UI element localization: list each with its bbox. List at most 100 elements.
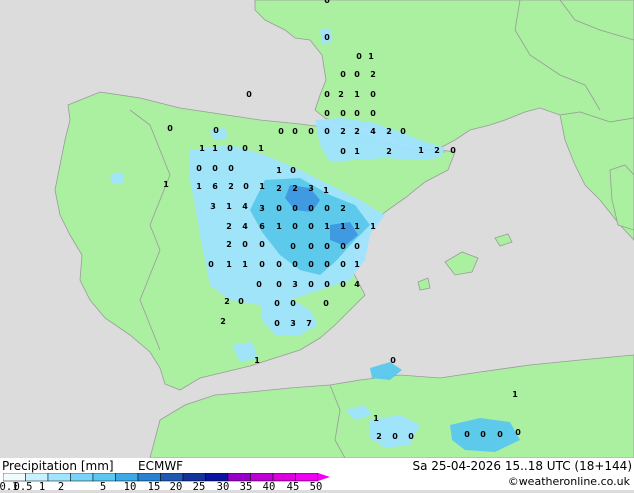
precip-value: 0	[324, 260, 330, 269]
precip-value: 1	[354, 90, 360, 99]
precip-value: 0	[227, 144, 233, 153]
legend-arrow	[318, 473, 330, 481]
precip-value: 0	[196, 164, 202, 173]
precip-value: 0	[243, 182, 249, 191]
precip-value: 0	[308, 280, 314, 289]
legend-swatch	[137, 473, 161, 482]
precip-value: 1	[242, 260, 248, 269]
precip-value: 1	[418, 146, 424, 155]
precip-value: 2	[224, 297, 230, 306]
precip-value: 2	[226, 240, 232, 249]
precip-value: 1	[373, 414, 379, 423]
precip-value: 1	[354, 147, 360, 156]
legend-swatch	[92, 473, 116, 482]
precip-value: 2	[434, 146, 440, 155]
precip-value: 0	[308, 242, 314, 251]
precip-value: 0	[324, 280, 330, 289]
precip-value: 0	[259, 260, 265, 269]
legend-tick-label: 40	[262, 481, 276, 493]
precip-value: 1	[276, 222, 282, 231]
precip-value: 1	[226, 202, 232, 211]
precip-value: 0	[292, 260, 298, 269]
precip-value: 0	[370, 109, 376, 118]
precip-value: 0	[276, 280, 282, 289]
precip-value: 0	[408, 432, 414, 441]
precip-value: 0	[274, 299, 280, 308]
precip-value: 1	[323, 186, 329, 195]
precip-value: 2	[376, 432, 382, 441]
legend-tick-label: 45	[286, 481, 300, 493]
legend-swatch	[160, 473, 184, 482]
precip-value: 0	[308, 204, 314, 213]
precip-value: 1	[354, 222, 360, 231]
precip-value: 4	[242, 202, 248, 211]
precip-value: 3	[292, 280, 298, 289]
precip-value: 0	[246, 90, 252, 99]
precip-value: 0	[497, 430, 503, 439]
precip-value: 0	[292, 222, 298, 231]
precip-value: 1	[199, 144, 205, 153]
precip-value: 0	[324, 204, 330, 213]
precip-value: 0	[308, 222, 314, 231]
precip-value: 0	[167, 124, 173, 133]
precip-value: 1	[370, 222, 376, 231]
precip-value: 0	[340, 280, 346, 289]
precip-value: 0	[308, 260, 314, 269]
precip-value: 0	[340, 242, 346, 251]
precip-value: 0	[276, 204, 282, 213]
precip-value: 2	[354, 127, 360, 136]
legend-swatch	[295, 473, 319, 482]
footer-bar: Precipitation [mm] ECMWF Sa 25-04-2026 1…	[0, 458, 634, 493]
precip-value: 0	[323, 299, 329, 308]
precip-value: 0	[276, 260, 282, 269]
legend-swatch	[227, 473, 251, 482]
precip-value: 1	[212, 144, 218, 153]
legend-swatch	[25, 473, 49, 482]
precip-value: 0	[256, 280, 262, 289]
precip-value: 6	[212, 182, 218, 191]
precip-value: 2	[338, 90, 344, 99]
precip-value: 0	[400, 127, 406, 136]
precip-value: 0	[324, 33, 330, 42]
precip-value: 0	[238, 297, 244, 306]
precip-value: 1	[324, 222, 330, 231]
precip-value: 7	[306, 319, 312, 328]
precip-value: 0	[290, 166, 296, 175]
legend-tick-label: 2	[57, 481, 65, 493]
precip-value: 1	[259, 182, 265, 191]
precip-value: 0	[354, 242, 360, 251]
precip-value: 2	[386, 147, 392, 156]
legend-swatch	[250, 473, 274, 482]
legend-swatch	[115, 473, 139, 482]
legend-tick-label: 5	[99, 481, 107, 493]
precip-value: 1	[226, 260, 232, 269]
precip-value: 0	[340, 70, 346, 79]
precip-value: 2	[220, 317, 226, 326]
map-canvas: 000 000 10 0 20 2 1 00 0 0 00 0 0 0 2 2 4 2 01 1 0 0 1 0 1 2 1 2 00 0…	[0, 0, 634, 459]
precip-value: 2	[226, 222, 232, 231]
precip-value: 0	[340, 260, 346, 269]
credit-link[interactable]: ©weatheronline.co.uk	[508, 475, 630, 488]
legend-swatch	[272, 473, 296, 482]
precip-value: 0	[208, 260, 214, 269]
valid-time: Sa 25-04-2026 15..18 UTC (18+144)	[412, 459, 632, 473]
precip-value: 4	[242, 222, 248, 231]
precip-value: 0	[450, 146, 456, 155]
legend-colorbar	[3, 473, 330, 482]
legend-tick-label: 1	[38, 481, 46, 493]
legend-swatch	[47, 473, 71, 482]
precip-value: 1	[354, 260, 360, 269]
precip-value: 0	[356, 52, 362, 61]
precip-value: 3	[210, 202, 216, 211]
precip-value: 0	[390, 356, 396, 365]
precip-value: 1	[368, 52, 374, 61]
precip-value: 0	[242, 240, 248, 249]
precip-value: 0	[324, 242, 330, 251]
legend-swatch	[205, 473, 229, 482]
precip-value: 6	[259, 222, 265, 231]
precip-value: 2	[228, 182, 234, 191]
legend-tick-label: 0.5	[13, 481, 33, 493]
legend-tick-label: 20	[169, 481, 183, 493]
precip-value: 0	[324, 0, 330, 5]
precipitation-map[interactable]: 0000001002021000000000224201100101212000…	[0, 0, 634, 459]
